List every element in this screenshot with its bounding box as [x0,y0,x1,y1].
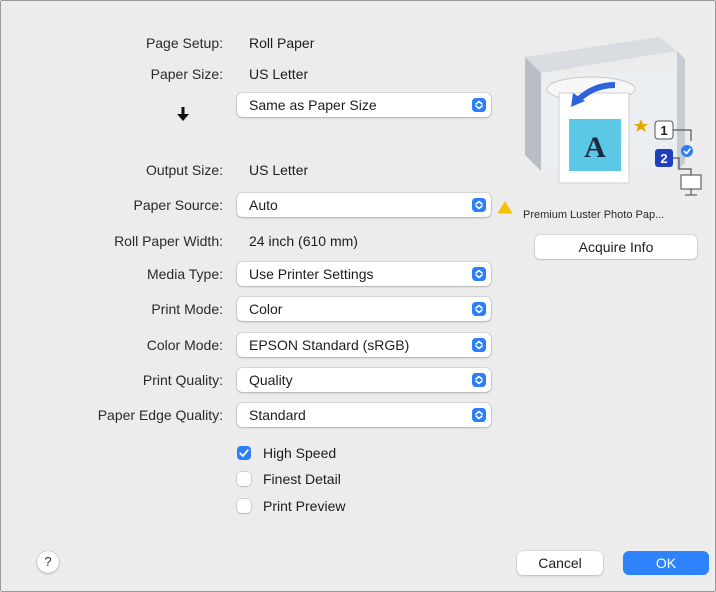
roll-paper-width-value: 24 inch (610 mm) [249,233,358,249]
chevron-up-down-icon [472,373,486,387]
chevron-up-down-icon [472,267,486,281]
print-quality-label: Print Quality: [142,372,223,388]
paper-source-select-value: Auto [249,197,278,213]
color-mode-select-value: EPSON Standard (sRGB) [249,337,410,353]
chevron-up-down-icon [472,198,486,212]
high-speed-checkbox[interactable] [237,446,251,460]
chevron-up-down-icon [472,338,486,352]
print-preview-label[interactable]: Print Preview [263,497,345,515]
paper-source-label: Paper Source: [133,197,224,213]
roll-paper-width-label: Roll Paper Width: [114,233,223,249]
page-setup-label: Page Setup: [145,35,223,51]
paper-size-value: US Letter [249,66,309,82]
chevron-up-down-icon [472,98,486,112]
help-button[interactable]: ? [37,551,59,573]
print-quality-select-value: Quality [249,372,293,388]
step-1-badge: 1 [660,123,667,138]
print-mode-label: Print Mode: [151,301,223,317]
print-mode-select-value: Color [249,301,283,317]
sheet-letter: A [584,131,606,164]
output-size-value: US Letter [249,162,309,178]
paper-edge-quality-label: Paper Edge Quality: [97,407,223,423]
output-size-select-value: Same as Paper Size [249,97,377,113]
ok-button[interactable]: OK [623,551,709,575]
color-mode-label: Color Mode: [146,337,223,353]
acquire-info-button[interactable]: Acquire Info [535,235,697,259]
print-settings-dialog: Page Setup: Roll Paper Paper Size: US Le… [0,0,716,592]
media-name-label: Premium Luster Photo Pap... [523,209,665,221]
high-speed-label[interactable]: High Speed [263,444,336,462]
print-mode-select[interactable]: Color [237,297,491,321]
media-type-label: Media Type: [146,266,223,282]
media-type-select[interactable]: Use Printer Settings [237,262,491,286]
finest-detail-label[interactable]: Finest Detail [263,470,341,488]
output-size-label: Output Size: [145,162,223,178]
warning-triangle-icon [497,201,513,214]
step-2-badge: 2 [660,151,667,166]
printer-illustration: A 1 2 [525,37,702,196]
paper-size-label: Paper Size: [150,66,223,82]
checkmark-icon [239,449,249,457]
output-size-select[interactable]: Same as Paper Size [237,93,491,117]
paper-source-select[interactable]: Auto [237,193,491,217]
paper-edge-quality-select-value: Standard [249,407,306,423]
chevron-up-down-icon [472,408,486,422]
print-quality-select[interactable]: Quality [237,368,491,392]
media-type-select-value: Use Printer Settings [249,266,374,282]
finest-detail-checkbox[interactable] [237,472,251,486]
down-arrow-icon [177,107,189,121]
chevron-up-down-icon [472,302,486,316]
page-setup-value: Roll Paper [249,35,315,51]
paper-edge-quality-select[interactable]: Standard [237,403,491,427]
cancel-button[interactable]: Cancel [517,551,603,575]
color-mode-select[interactable]: EPSON Standard (sRGB) [237,333,491,357]
print-preview-checkbox[interactable] [237,499,251,513]
